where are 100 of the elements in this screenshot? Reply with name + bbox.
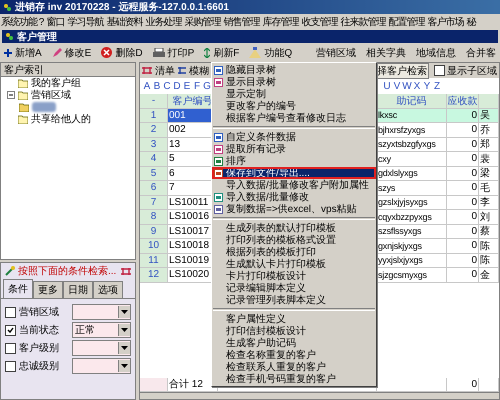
tab[interactable]: 日期 bbox=[63, 281, 93, 298]
row-number: 1 bbox=[140, 108, 168, 123]
toolbar-link[interactable]: 营销区域 bbox=[316, 46, 356, 60]
checkmark-icon bbox=[7, 326, 14, 334]
app-icon bbox=[3, 2, 12, 12]
context-menu-item[interactable]: 打印信封模板设计 bbox=[212, 325, 376, 337]
toolbar-button[interactable]: 修改E bbox=[52, 46, 92, 60]
tree-item[interactable]: 营销区域 bbox=[31, 88, 71, 102]
table-cell: sjzgcsmyxgs bbox=[377, 268, 447, 282]
delete-icon bbox=[101, 47, 112, 58]
context-menu-item[interactable]: 显示目录树 bbox=[212, 76, 376, 88]
tab[interactable]: 选项 bbox=[93, 281, 123, 298]
menu-item[interactable]: 系统功能 ? bbox=[1, 14, 44, 28]
window-title: 进销存 inv 20170228 - 远程服务-127.0.0.1:6601 bbox=[15, 0, 229, 14]
dropdown-arrow-icon bbox=[121, 328, 128, 332]
table-cell: 毛 bbox=[479, 181, 499, 196]
table-cell: cqyxbzzpyxgs bbox=[377, 210, 447, 224]
letter-link[interactable]: F bbox=[192, 80, 202, 92]
tree-item[interactable]: 共享给他人的 bbox=[31, 112, 91, 126]
table-cell: 梁 bbox=[479, 166, 499, 181]
toolbar-button[interactable]: 刷新F bbox=[204, 46, 240, 60]
menu-item[interactable]: 往来款管理 bbox=[340, 14, 386, 28]
list-label[interactable]: 清单 bbox=[155, 64, 175, 78]
context-menu-item[interactable]: 隐藏目录树 bbox=[212, 64, 376, 76]
total-cell: 0 bbox=[447, 378, 479, 392]
checkbox[interactable] bbox=[5, 324, 16, 336]
letter-link[interactable]: B bbox=[152, 80, 162, 92]
menu-item[interactable]: 学习导航 bbox=[67, 14, 104, 28]
table-cell: 蔡 bbox=[479, 224, 499, 239]
dropdown[interactable]: 正常 bbox=[72, 322, 131, 338]
letter-link[interactable]: U bbox=[382, 80, 392, 92]
menu-item[interactable]: 库存管理 bbox=[262, 14, 298, 28]
toolbar-button[interactable]: 新增A bbox=[4, 46, 42, 60]
menu-item[interactable]: 业务处理 bbox=[145, 14, 182, 28]
table-cell: 0 bbox=[447, 210, 479, 224]
table-cell: 0 bbox=[447, 268, 479, 282]
fuzzy-search-label[interactable]: 模糊 bbox=[189, 64, 209, 78]
menu-item[interactable]: 销售管理 bbox=[223, 14, 260, 28]
checkbox[interactable] bbox=[5, 306, 16, 318]
collapse-icon[interactable] bbox=[7, 91, 15, 99]
table-cell: 郑 bbox=[479, 138, 499, 152]
checkbox[interactable] bbox=[434, 65, 445, 76]
row-number: 7 bbox=[140, 196, 168, 210]
letter-link[interactable]: A bbox=[142, 80, 152, 92]
context-menu-item[interactable]: 检查名称重复的客户 bbox=[212, 349, 376, 361]
tree-item[interactable]: 我的客户组 bbox=[31, 76, 81, 90]
letter-link[interactable]: D bbox=[172, 80, 182, 92]
magic-wand-icon bbox=[5, 266, 15, 276]
total-row-header bbox=[140, 378, 168, 392]
menu-item[interactable]: 基础资料 bbox=[106, 14, 142, 28]
table-cell: 0 bbox=[447, 181, 479, 196]
toolbar-button[interactable]: 功能Q bbox=[249, 46, 292, 60]
dropdown[interactable] bbox=[72, 340, 131, 356]
dropdown[interactable] bbox=[72, 304, 131, 320]
row-number: 11 bbox=[140, 254, 168, 268]
table-cell: yyxjslxjyxgs bbox=[377, 254, 447, 268]
menu-item[interactable]: 配置管理 bbox=[388, 14, 424, 28]
table-cell: bjhxrsfzyxgs bbox=[377, 123, 447, 138]
letter-link[interactable]: E bbox=[182, 80, 192, 92]
menu-item[interactable]: 采购管理 bbox=[184, 14, 220, 28]
toolbar-link[interactable]: 地域信息 bbox=[416, 46, 456, 60]
scrollbar[interactable] bbox=[140, 392, 499, 399]
toolbar-link[interactable]: 合并客 bbox=[466, 46, 496, 60]
dropdown[interactable] bbox=[72, 358, 131, 374]
total-cell: 合计 12 bbox=[168, 378, 218, 392]
context-menu-item[interactable]: 记录编辑脚本定义 bbox=[212, 282, 376, 294]
table-cell: lkxsc bbox=[377, 108, 447, 123]
context-menu-item[interactable]: 记录管理列表脚本定义 bbox=[212, 294, 376, 306]
checkbox[interactable] bbox=[5, 360, 16, 372]
toolbar-button[interactable]: 打印P bbox=[152, 46, 194, 60]
condition-label: 营销区域 bbox=[19, 306, 60, 319]
folder-icon bbox=[18, 114, 28, 124]
menu-item[interactable]: 窗口 bbox=[46, 14, 64, 28]
menu-item[interactable]: 客户市场 bbox=[427, 14, 464, 28]
toolbar-link[interactable]: 相关字典 bbox=[366, 46, 406, 60]
letter-link[interactable]: X bbox=[412, 80, 422, 92]
letter-link[interactable]: W bbox=[402, 80, 412, 92]
toolbar-button[interactable]: 删除D bbox=[101, 46, 143, 60]
menu-item[interactable]: 秘 bbox=[466, 14, 476, 28]
letter-link[interactable]: G bbox=[202, 80, 212, 92]
table-cell: 吴 bbox=[479, 108, 499, 123]
printer-icon bbox=[152, 48, 165, 58]
row-number: 2 bbox=[140, 123, 168, 138]
context-menu-item[interactable]: 检查联系人重复的客户 bbox=[212, 361, 376, 373]
checkbox[interactable] bbox=[5, 342, 16, 354]
tab[interactable]: 条件 bbox=[3, 279, 33, 298]
menu-item[interactable]: 收支管理 bbox=[301, 14, 338, 28]
tab[interactable]: 更多 bbox=[33, 281, 63, 298]
table-cell: 0 bbox=[447, 239, 479, 254]
letter-link[interactable]: Z bbox=[432, 80, 442, 92]
table-cell: 0 bbox=[447, 123, 479, 138]
letter-link[interactable]: V bbox=[392, 80, 402, 92]
search-button[interactable]: 择客户检索 bbox=[375, 62, 429, 78]
table-cell: 乔 bbox=[479, 123, 499, 138]
letter-link[interactable]: C bbox=[162, 80, 172, 92]
context-menu-item[interactable]: 生成客户助记码 bbox=[212, 337, 376, 349]
row-number: 9 bbox=[140, 224, 168, 239]
letter-link[interactable]: Y bbox=[422, 80, 432, 92]
condition-label: 当前状态 bbox=[19, 324, 60, 337]
context-menu-item[interactable]: 客户属性定义 bbox=[212, 313, 376, 325]
